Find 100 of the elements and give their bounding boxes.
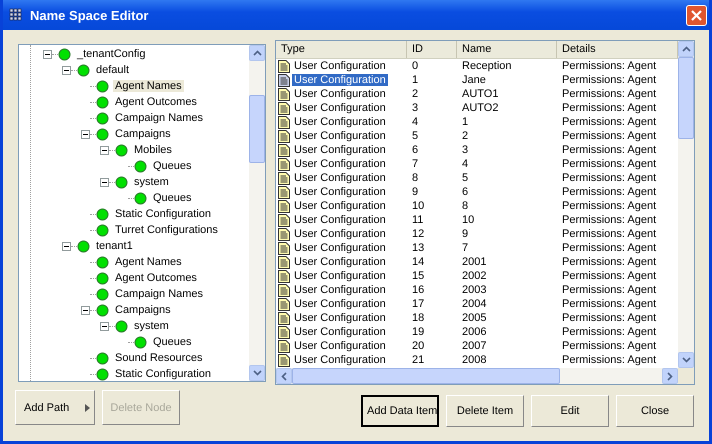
- collapse-icon[interactable]: [81, 130, 90, 138]
- tree-item[interactable]: Queues: [151, 336, 194, 348]
- scroll-down-button[interactable]: [249, 365, 265, 381]
- tree-item[interactable]: Campaigns: [113, 128, 173, 140]
- collapse-icon[interactable]: [62, 242, 71, 250]
- table-cell-text: Permissions: Agent: [561, 74, 658, 86]
- table-cell[interactable]: User Configuration: [292, 242, 388, 254]
- status-dot-icon: [134, 192, 147, 204]
- scroll-right-button[interactable]: [662, 368, 678, 384]
- tree-item[interactable]: tenant1: [94, 240, 135, 252]
- table-cell[interactable]: User Configuration: [292, 214, 388, 226]
- tree-item[interactable]: Turret Configurations: [113, 224, 220, 236]
- document-icon: [278, 102, 290, 114]
- table-cell-text: 14: [411, 256, 426, 268]
- table-cell-text: 2007: [461, 340, 488, 352]
- table-cell-text: 5: [461, 172, 470, 184]
- table-cell[interactable]: User Configuration: [292, 116, 388, 128]
- tree-item[interactable]: Static Configuration: [113, 368, 213, 380]
- table-cell[interactable]: User Configuration: [292, 130, 388, 142]
- table-cell[interactable]: User Configuration: [292, 186, 388, 198]
- table-cell-text: Permissions: Agent: [561, 284, 658, 296]
- scroll-down-button[interactable]: [678, 352, 694, 368]
- status-dot-icon: [96, 224, 109, 236]
- table-cell[interactable]: User Configuration: [292, 60, 388, 72]
- table-cell[interactable]: User Configuration: [292, 158, 388, 170]
- table-cell[interactable]: User Configuration: [292, 172, 388, 184]
- table-cell-text: Permissions: Agent: [561, 326, 658, 338]
- tree-item[interactable]: Campaigns: [113, 304, 173, 316]
- table-cell-text: 8: [411, 172, 420, 184]
- tree-item[interactable]: Queues: [151, 192, 194, 204]
- tree-item[interactable]: default: [94, 64, 132, 76]
- column-header[interactable]: ID: [407, 41, 457, 58]
- scroll-thumb[interactable]: [292, 368, 560, 384]
- table-cell-text: 2002: [461, 270, 488, 282]
- status-dot-icon: [96, 368, 109, 380]
- tree-item[interactable]: system: [132, 320, 171, 332]
- collapse-icon[interactable]: [100, 178, 109, 186]
- table-cell[interactable]: User Configuration: [292, 326, 388, 338]
- document-icon: [278, 200, 290, 212]
- collapse-icon[interactable]: [62, 66, 71, 74]
- table-cell[interactable]: User Configuration: [292, 256, 388, 268]
- document-icon: [278, 256, 290, 268]
- collapse-icon[interactable]: [81, 306, 90, 314]
- table-cell-text: Reception: [461, 60, 513, 72]
- table-cell[interactable]: User Configuration: [292, 354, 388, 366]
- close-button[interactable]: [686, 4, 707, 26]
- table-cell-text: Permissions: Agent: [561, 144, 658, 156]
- scroll-thumb[interactable]: [678, 57, 694, 139]
- tree-item[interactable]: Sound Resources: [113, 352, 204, 364]
- table-cell[interactable]: User Configuration: [292, 88, 388, 100]
- button[interactable]: Delete Item: [446, 395, 524, 427]
- document-icon: [278, 312, 290, 324]
- tree-item[interactable]: Queues: [151, 160, 194, 172]
- table-cell-text: 6: [461, 186, 470, 198]
- table-cell[interactable]: User Configuration: [292, 228, 388, 240]
- table-cell-text: 8: [461, 200, 470, 212]
- scroll-left-button[interactable]: [276, 368, 292, 384]
- table-cell[interactable]: User Configuration: [292, 102, 388, 114]
- collapse-icon[interactable]: [43, 50, 52, 58]
- table-cell-text: AUTO1: [461, 88, 500, 100]
- table-cell[interactable]: User Configuration: [292, 298, 388, 310]
- tree-item[interactable]: Agent Outcomes: [113, 272, 199, 284]
- tree-item[interactable]: Agent Names: [113, 256, 184, 268]
- scroll-thumb[interactable]: [249, 95, 265, 163]
- table-cell-text: Permissions: Agent: [561, 340, 658, 352]
- table-cell[interactable]: User Configuration: [292, 312, 388, 324]
- status-dot-icon: [77, 240, 90, 252]
- table-cell-text: 1: [461, 116, 470, 128]
- button[interactable]: Add Data Item: [361, 395, 439, 427]
- document-icon: [278, 326, 290, 338]
- collapse-icon[interactable]: [100, 322, 109, 330]
- table-cell[interactable]: User Configuration: [292, 284, 388, 296]
- tree-item[interactable]: system: [132, 176, 171, 188]
- table-cell-text: AUTO2: [461, 102, 500, 114]
- button[interactable]: Close: [616, 395, 694, 427]
- table-cell-text: Permissions: Agent: [561, 88, 658, 100]
- column-header[interactable]: Type: [276, 41, 407, 58]
- document-icon: [278, 186, 290, 198]
- table-cell[interactable]: User Configuration: [292, 74, 388, 86]
- table-cell[interactable]: User Configuration: [292, 340, 388, 352]
- scroll-up-button[interactable]: [249, 45, 265, 61]
- column-header[interactable]: Name: [457, 41, 557, 58]
- document-icon: [278, 214, 290, 226]
- table-cell[interactable]: User Configuration: [292, 200, 388, 212]
- scroll-up-button[interactable]: [678, 41, 694, 57]
- collapse-icon[interactable]: [100, 146, 109, 154]
- table-cell[interactable]: User Configuration: [292, 144, 388, 156]
- button[interactable]: Edit: [531, 395, 609, 427]
- tree-item[interactable]: Static Configuration: [113, 208, 213, 220]
- tree-item[interactable]: Mobiles: [132, 144, 174, 156]
- tree-item[interactable]: Agent Outcomes: [113, 96, 199, 108]
- status-dot-icon: [96, 304, 109, 316]
- tree-item[interactable]: Agent Names: [113, 80, 184, 92]
- table-cell[interactable]: User Configuration: [292, 270, 388, 282]
- tree-item[interactable]: Campaign Names: [113, 288, 206, 300]
- tree-item[interactable]: _tenantConfig: [75, 48, 148, 60]
- menu-button[interactable]: Add Path: [15, 390, 95, 425]
- table-cell-text: Permissions: Agent: [561, 354, 658, 366]
- tree-item[interactable]: Campaign Names: [113, 112, 206, 124]
- table-cell-text: Permissions: Agent: [561, 312, 658, 324]
